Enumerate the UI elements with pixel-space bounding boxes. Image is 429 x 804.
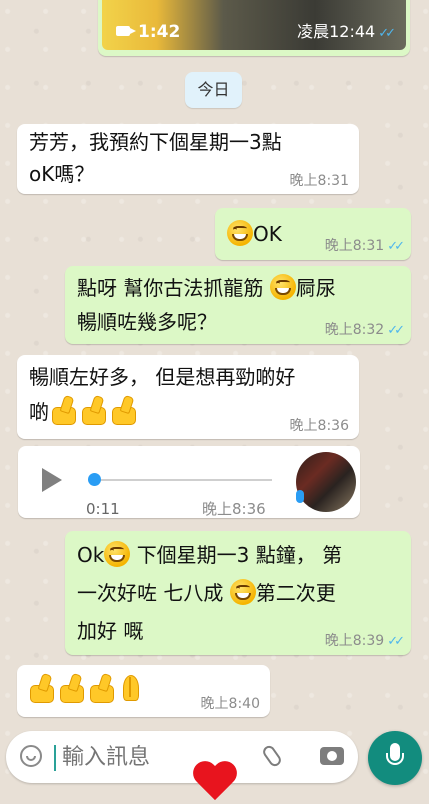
message-text: 一次好咗 七八成 第二次更 [77, 579, 336, 605]
play-icon[interactable] [42, 468, 62, 492]
heart-icon [192, 762, 238, 804]
attach-icon[interactable] [260, 743, 284, 769]
thumbs-up-icon [27, 673, 57, 703]
message-incoming[interactable]: 暢順左好多， 但是想再勁啲好 啲 晚上8:36 [17, 355, 359, 439]
double-check-icon: ✓✓ [387, 239, 405, 254]
grinning-emoji-icon [104, 541, 131, 567]
video-duration: 1:42 [116, 22, 180, 42]
message-composer [6, 731, 358, 783]
message-text [27, 673, 143, 706]
thumbs-up-icon [109, 395, 139, 425]
camera-icon[interactable] [320, 747, 344, 765]
message-text: 點呀 幫你古法抓龍筋 屙尿 [77, 274, 336, 300]
message-text: 暢順咗幾多呢？ [77, 310, 217, 334]
grinning-emoji-icon [227, 220, 253, 246]
thumbs-up-icon [49, 395, 79, 425]
message-text: 加好 嘅 [77, 619, 144, 643]
avatar[interactable] [296, 452, 356, 512]
message-outgoing[interactable]: Ok 下個星期一3 點鐘， 第 一次好咗 七八成 第二次更 加好 嘅 晚上8:3… [65, 531, 411, 655]
message-time: 晚上8:31 ✓✓ [324, 238, 405, 254]
voice-message[interactable]: 0:11 晚上8:36 [18, 446, 360, 518]
video-thumbnail[interactable]: 1:42 凌晨12:44 ✓✓ [102, 0, 406, 50]
message-time: 晚上8:36 [202, 500, 266, 518]
message-time: 晚上8:32 ✓✓ [324, 322, 405, 338]
message-time: 晚上8:31 [289, 173, 349, 189]
double-check-icon: ✓✓ [378, 26, 396, 41]
thumbs-up-icon [57, 673, 87, 703]
message-text: Ok 下個星期一3 點鐘， 第 [77, 541, 343, 567]
message-text: OK [227, 218, 282, 250]
message-text: 芳芳，我預約下個星期一3點 [29, 130, 282, 154]
voice-duration: 0:11 [86, 500, 120, 518]
grinning-emoji-icon [269, 274, 296, 300]
thumbs-up-icon [79, 395, 109, 425]
message-text: oK嗎？ [29, 162, 95, 186]
text-cursor [54, 745, 56, 771]
video-camera-icon [116, 26, 136, 36]
date-divider: 今日 [185, 72, 242, 108]
message-text: 啲 [29, 395, 139, 428]
video-message[interactable]: 1:42 凌晨12:44 ✓✓ [98, 0, 410, 56]
message-time: 晚上8:40 [200, 696, 260, 712]
voice-progress-track[interactable] [92, 479, 272, 481]
double-check-icon: ✓✓ [387, 323, 405, 338]
mic-icon [296, 490, 304, 503]
message-outgoing[interactable]: 點呀 幫你古法抓龍筋 屙尿 暢順咗幾多呢？ 晚上8:32 ✓✓ [65, 266, 411, 344]
mic-stand [386, 753, 404, 765]
emoji-icon[interactable] [20, 745, 42, 767]
voice-progress-handle[interactable] [88, 473, 101, 486]
message-outgoing[interactable]: OK 晚上8:31 ✓✓ [215, 208, 411, 260]
voice-record-button[interactable] [368, 731, 422, 785]
folded-hands-icon [117, 673, 143, 703]
thumbs-up-icon [87, 673, 117, 703]
message-text: 暢順左好多， 但是想再勁啲好 [29, 365, 296, 389]
message-incoming[interactable]: 晚上8:40 [17, 665, 270, 717]
message-time: 晚上8:39 ✓✓ [324, 633, 405, 649]
grinning-emoji-icon [229, 579, 256, 605]
video-timestamp: 凌晨12:44 ✓✓ [297, 22, 396, 41]
message-incoming[interactable]: 芳芳，我預約下個星期一3點 oK嗎？ 晚上8:31 [17, 124, 359, 194]
double-check-icon: ✓✓ [387, 634, 405, 649]
message-time: 晚上8:36 [289, 418, 349, 434]
